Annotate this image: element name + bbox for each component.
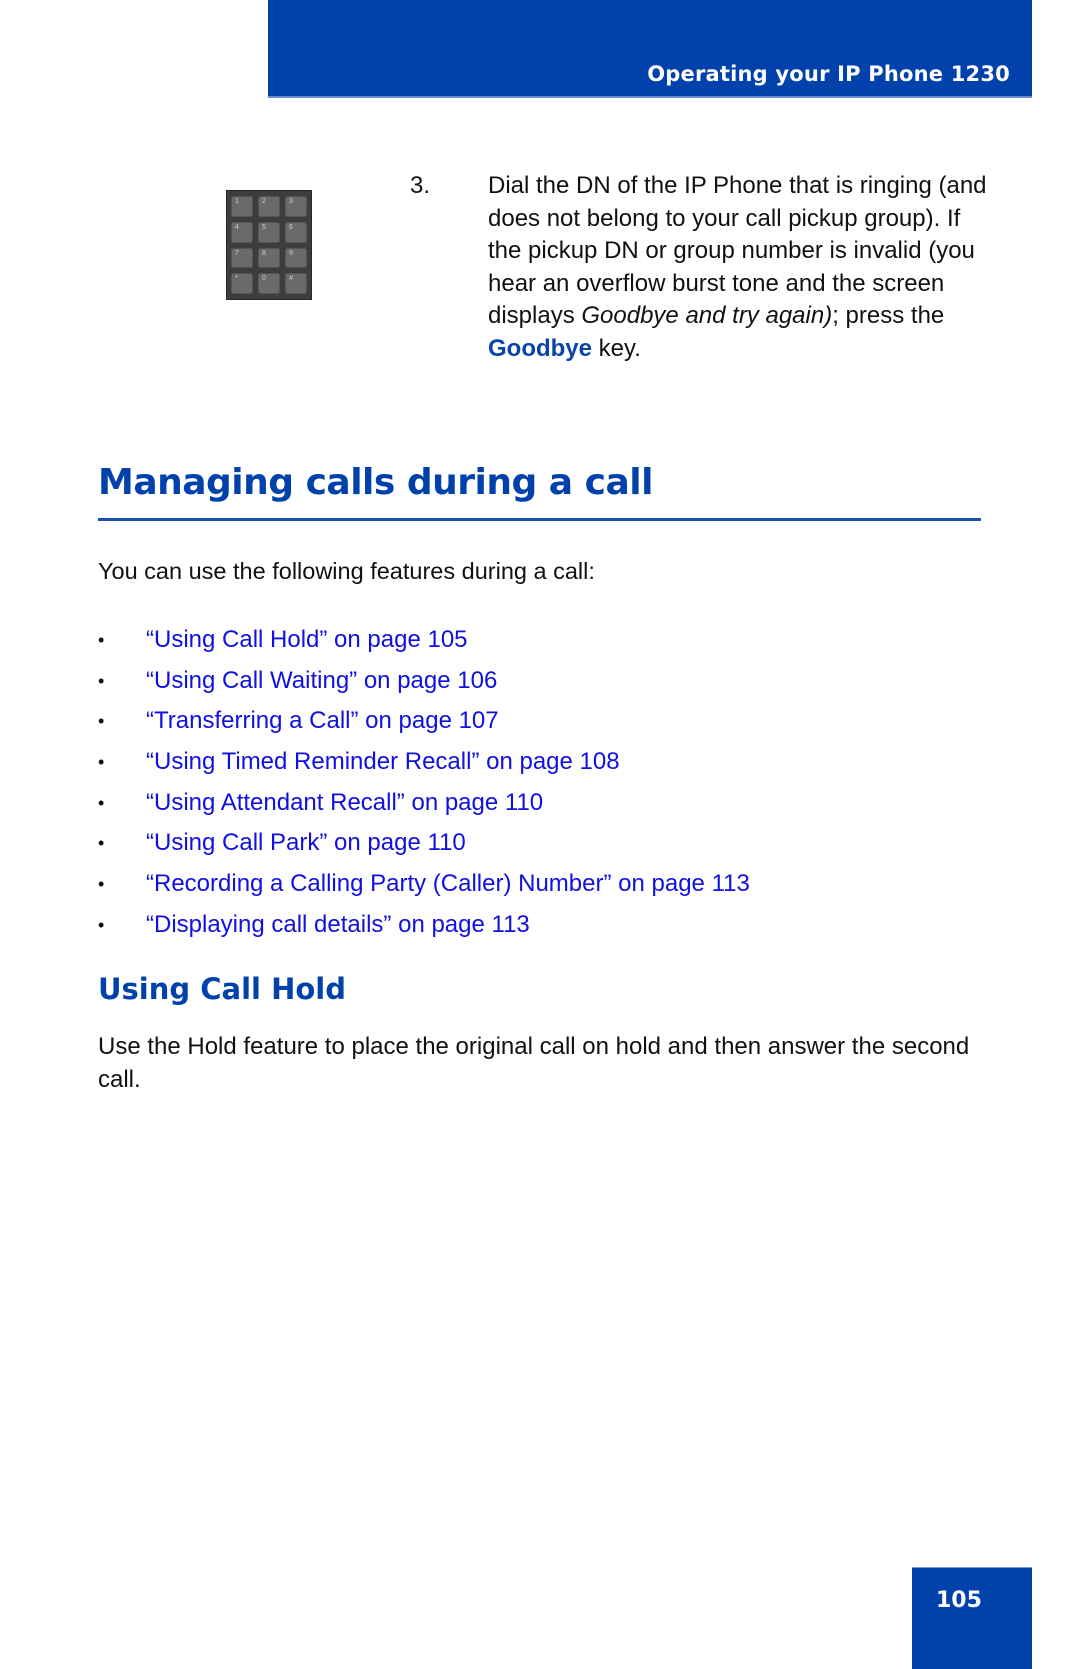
bullet-icon: •: [98, 874, 105, 895]
keypad-key: 1: [231, 196, 253, 217]
bullet-icon: •: [98, 914, 105, 935]
step-number: 3.: [410, 172, 431, 199]
goodbye-key-label: Goodbye: [488, 334, 593, 362]
step-text-part: ; press the: [832, 302, 945, 330]
keypad-key: 3: [285, 196, 307, 217]
keypad-key: 5: [258, 221, 280, 243]
bullet-icon: •: [98, 792, 105, 813]
keypad-key: *: [231, 273, 253, 294]
section-heading: Managing calls during a call: [98, 462, 653, 503]
bullet-icon: •: [98, 630, 105, 650]
link-timed-reminder-recall[interactable]: “Using Timed Reminder Recall” on page 10…: [146, 742, 620, 783]
heading-rule: [98, 518, 981, 521]
subsection-heading: Using Call Hold: [98, 972, 346, 1006]
keypad-key: #: [285, 273, 307, 294]
step-text-part: key.: [592, 334, 641, 362]
header-banner: Operating your IP Phone 1230: [268, 0, 1032, 98]
bullet-icon: •: [98, 833, 105, 854]
link-attendant-recall[interactable]: “Using Attendant Recall” on page 110: [146, 783, 543, 824]
subsection-body: Use the Hold feature to place the origin…: [98, 1033, 970, 1093]
page-number: 105: [936, 1588, 982, 1613]
phone-keypad-icon: 1 2 3 4 5 6 7 8 9 * 0 #: [226, 190, 312, 300]
link-transferring-a-call[interactable]: “Transferring a Call” on page 107: [146, 701, 499, 742]
keypad-key: 0: [258, 273, 280, 294]
keypad-key: 6: [285, 221, 307, 243]
link-displaying-call-details[interactable]: “Displaying call details” on page 113: [146, 905, 530, 946]
running-header-title: Operating your IP Phone 1230: [647, 62, 1010, 86]
link-using-call-waiting[interactable]: “Using Call Waiting” on page 106: [146, 661, 497, 702]
bullet-icon: •: [98, 711, 105, 732]
page-number-box: 105: [912, 1567, 1032, 1669]
link-recording-caller-number[interactable]: “Recording a Calling Party (Caller) Numb…: [146, 864, 750, 905]
keypad-key: 2: [258, 196, 280, 217]
link-using-call-hold[interactable]: “Using Call Hold” on page 105: [146, 620, 468, 661]
keypad-key: 4: [231, 221, 253, 243]
link-using-call-park[interactable]: “Using Call Park” on page 110: [146, 823, 466, 864]
section-intro: You can use the following features durin…: [98, 558, 595, 584]
keypad-key: 9: [285, 247, 307, 269]
bullet-icon: •: [98, 752, 105, 773]
bullet-icon: •: [98, 670, 105, 691]
keypad-key: 8: [258, 247, 280, 269]
step-text: Dial the DN of the IP Phone that is ring…: [488, 170, 988, 366]
keypad-key: 7: [231, 247, 253, 269]
screen-message: Goodbye and try again): [581, 302, 833, 330]
